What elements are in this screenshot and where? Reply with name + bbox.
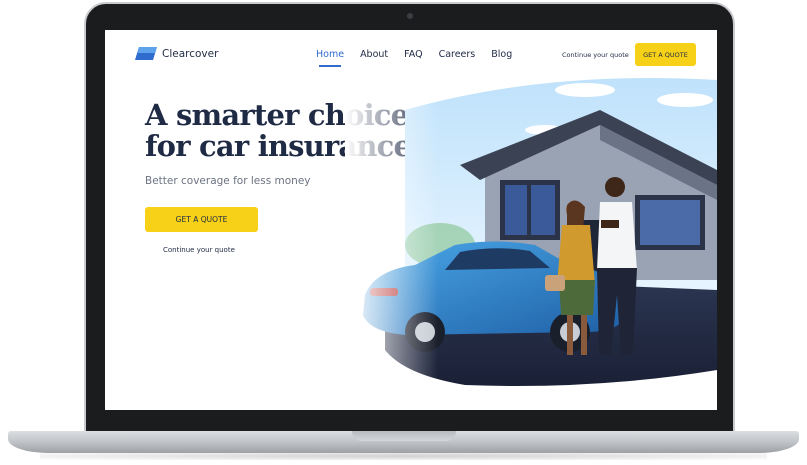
nav-home[interactable]: Home: [316, 49, 345, 67]
nav-home-label: Home: [316, 49, 345, 60]
continue-quote-link[interactable]: Continue your quote: [562, 51, 629, 59]
nav-active-indicator: [319, 65, 342, 67]
laptop-base-notch: [352, 431, 456, 441]
nav-careers[interactable]: Careers: [439, 49, 476, 60]
brand-logo[interactable]: Clearcover: [135, 47, 218, 60]
webcam-icon: [407, 13, 413, 19]
main-nav: Home About FAQ Careers Blog: [316, 49, 528, 67]
laptop-screen: Clearcover Home About FAQ Careers Blog C…: [105, 30, 717, 410]
nav-get-quote-button[interactable]: GET A QUOTE: [635, 43, 696, 66]
hero-get-quote-button[interactable]: GET A QUOTE: [145, 207, 258, 232]
nav-about[interactable]: About: [360, 49, 388, 60]
illustration-fade: [345, 70, 717, 410]
clearcover-logo-icon: [135, 47, 157, 60]
nav-blog[interactable]: Blog: [491, 49, 512, 60]
hero-continue-quote-link[interactable]: Continue your quote: [163, 246, 235, 254]
nav-faq[interactable]: FAQ: [404, 49, 422, 60]
laptop-shadow: [40, 452, 767, 460]
hero-subtitle: Better coverage for less money: [145, 175, 311, 187]
brand-name: Clearcover: [162, 47, 219, 60]
hero-illustration: [345, 70, 717, 410]
